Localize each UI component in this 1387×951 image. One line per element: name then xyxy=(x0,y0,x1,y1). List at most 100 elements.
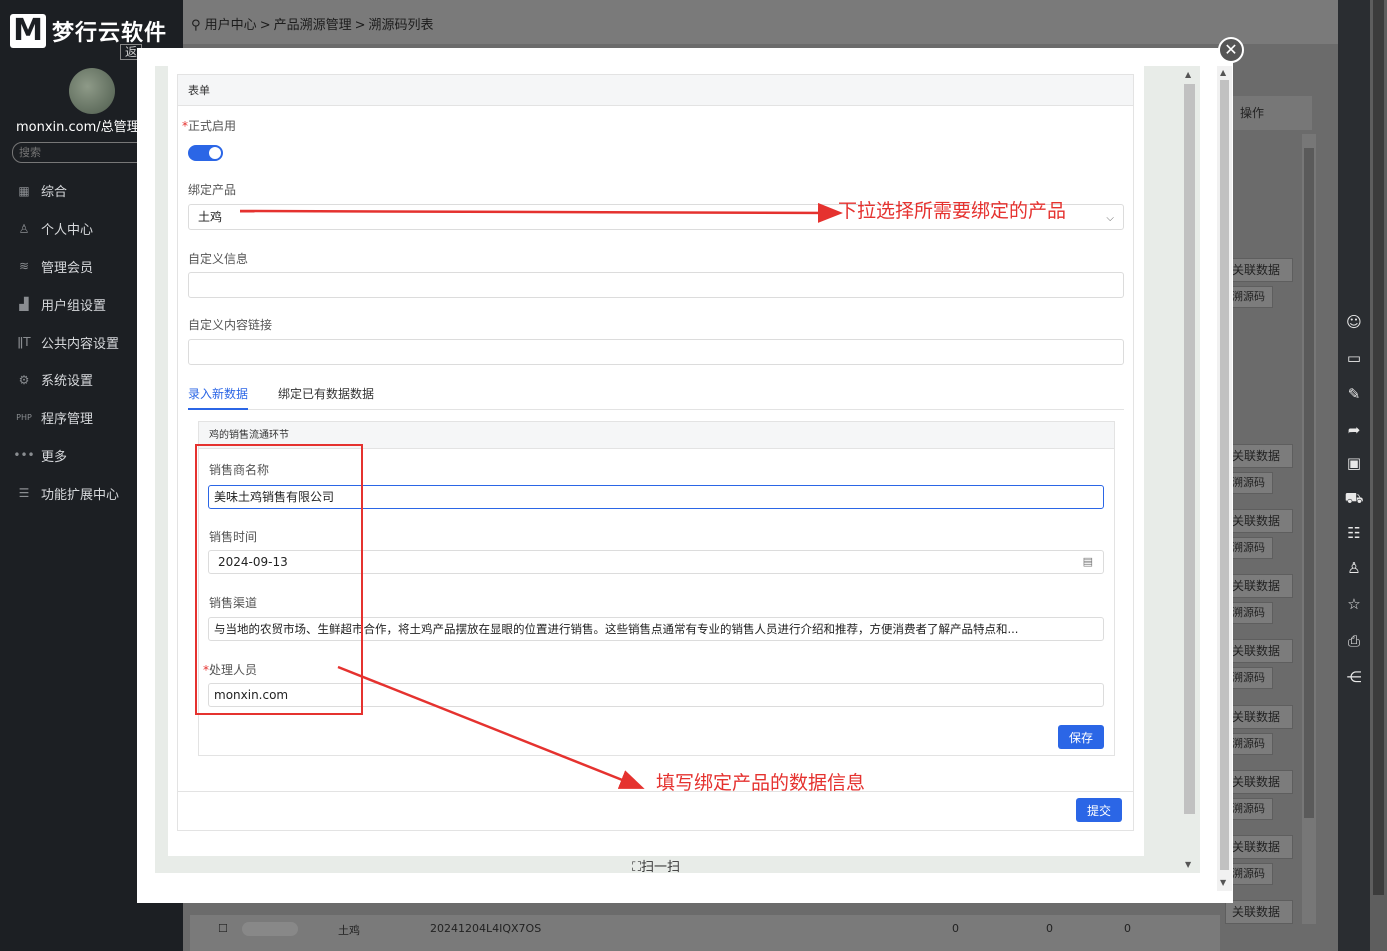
scan-icon: ⛶ xyxy=(631,860,642,875)
related-data-button[interactable]: 关联数据 xyxy=(1225,509,1293,533)
message-icon[interactable]: ▭ xyxy=(1338,346,1370,370)
wechat-icon[interactable]: ☺ xyxy=(1338,310,1370,334)
scrollbar-thumb[interactable] xyxy=(1373,0,1384,895)
star-icon[interactable]: ☆ xyxy=(1338,592,1370,616)
sidebar-item-label: 个人中心 xyxy=(41,223,94,239)
row-count: 0 xyxy=(1124,922,1131,935)
tab-bind-existing[interactable]: 绑定已有数据数据 xyxy=(278,385,374,410)
row-actions: 关联数据 溯源码 xyxy=(1225,444,1295,494)
scan-bar[interactable]: ⛶扫一扫 xyxy=(168,856,1144,875)
user-icon[interactable]: ♙ xyxy=(1338,556,1370,580)
row-actions: 关联数据 溯源码 xyxy=(1225,835,1295,885)
modal-scrollbar[interactable]: ▲ ▼ xyxy=(1217,66,1232,891)
related-data-button[interactable]: 关联数据 xyxy=(1225,900,1293,924)
related-data-button[interactable]: 关联数据 xyxy=(1225,258,1293,282)
active-toggle[interactable] xyxy=(188,145,223,161)
custom-link-label: 自定义内容链接 xyxy=(188,318,273,332)
user-icon: ♙ xyxy=(18,221,30,236)
submit-button[interactable]: 提交 xyxy=(1076,798,1122,822)
row-product: 土鸡 xyxy=(338,924,360,937)
related-data-button[interactable]: 关联数据 xyxy=(1225,639,1293,663)
status-badge xyxy=(242,922,298,936)
list-icon[interactable]: ☷ xyxy=(1338,521,1370,545)
active-label-text: 正式启用 xyxy=(188,119,237,133)
row-actions: 关联数据 溯源码 xyxy=(1225,258,1295,308)
breadcrumb: ⚲ 用户中心 > 产品溯源管理 > 溯源码列表 xyxy=(191,14,434,33)
form-footer: 提交 xyxy=(178,791,1133,831)
related-data-button[interactable]: 关联数据 xyxy=(1225,770,1293,794)
related-data-button[interactable]: 关联数据 xyxy=(1225,574,1293,598)
cart-icon[interactable]: ⛟ xyxy=(1338,486,1370,510)
row-checkbox[interactable]: ☐ xyxy=(218,922,228,935)
edit-icon[interactable]: ✎ xyxy=(1338,382,1370,406)
custom-info-input[interactable] xyxy=(188,272,1124,298)
custom-link-input[interactable] xyxy=(188,339,1124,365)
row-actions: 关联数据 溯源码 xyxy=(1225,509,1295,559)
logo-mark: M xyxy=(10,14,46,48)
sidebar-item-label: 功能扩展中心 xyxy=(41,487,120,503)
form-card-title: 表单 xyxy=(178,75,1133,106)
related-data-button[interactable]: 关联数据 xyxy=(1225,705,1293,729)
sidebar-username[interactable]: monxin.com/总管理 xyxy=(16,116,140,135)
row-actions: 关联数据 溯源码 xyxy=(1225,639,1295,689)
qrcode-icon[interactable]: ▣ xyxy=(1338,451,1370,475)
active-label: *正式启用 xyxy=(182,117,236,134)
table-scrollbar[interactable] xyxy=(1302,134,1316,924)
toggle-knob xyxy=(209,147,221,159)
scrollbar-thumb[interactable] xyxy=(1184,84,1195,814)
row-count: 0 xyxy=(952,922,959,935)
page-scrollbar[interactable] xyxy=(1370,0,1387,951)
scroll-down-icon[interactable]: ▼ xyxy=(1220,878,1226,887)
bind-product-value: 土鸡 xyxy=(198,210,223,224)
share-icon[interactable]: ⋲ xyxy=(1338,665,1370,689)
chevron-down-icon: ⌵ xyxy=(1106,213,1114,224)
scroll-up-icon[interactable]: ▲ xyxy=(1185,70,1191,79)
breadcrumb-item[interactable]: 用户中心 xyxy=(205,18,257,33)
bind-product-label: 绑定产品 xyxy=(188,183,237,197)
share-arrow-icon[interactable]: ➦ xyxy=(1338,418,1370,442)
sidebar-item-label: 更多 xyxy=(41,449,68,465)
location-pin-icon: ⚲ xyxy=(191,18,201,33)
column-header-actions: 操作 xyxy=(1232,96,1312,130)
close-button[interactable]: ✕ xyxy=(1218,37,1244,63)
breadcrumb-separator: > xyxy=(259,18,271,33)
calendar-icon[interactable]: ▤ xyxy=(1083,551,1093,573)
scroll-up-icon[interactable]: ▲ xyxy=(1220,68,1226,77)
scroll-down-icon[interactable]: ▼ xyxy=(1185,860,1191,869)
logo-text: 梦行云软件 xyxy=(52,21,168,46)
scan-label: 扫一扫 xyxy=(641,860,681,875)
gear-icon: ⚙ xyxy=(18,372,30,387)
data-tabs: 录入新数据 绑定已有数据数据 xyxy=(188,382,1124,410)
breadcrumb-item[interactable]: 产品溯源管理 xyxy=(274,18,352,33)
print-icon[interactable]: ⎙ xyxy=(1338,629,1370,653)
sidebar-item-label: 程序管理 xyxy=(41,412,94,428)
group-icon: ▟ xyxy=(19,297,29,312)
logo[interactable]: M 梦行云软件 xyxy=(10,14,167,48)
sidebar-item-label: 综合 xyxy=(41,185,68,201)
scrollbar-thumb[interactable] xyxy=(1220,80,1229,870)
annotation-fill-hint: 填写绑定产品的数据信息 xyxy=(656,772,866,794)
tab-new-data[interactable]: 录入新数据 xyxy=(188,385,249,410)
avatar[interactable] xyxy=(69,68,115,114)
modal-inner-scrollbar[interactable]: ▲ ▼ xyxy=(1182,68,1197,873)
row-actions: 关联数据 xyxy=(1225,900,1295,928)
row-count: 0 xyxy=(1046,922,1053,935)
sidebar-item-label: 管理会员 xyxy=(41,260,94,276)
save-button[interactable]: 保存 xyxy=(1058,725,1104,749)
menu-icon: ☰ xyxy=(18,486,30,501)
related-data-button[interactable]: 关联数据 xyxy=(1225,444,1293,468)
scrollbar-thumb[interactable] xyxy=(1304,148,1314,818)
breadcrumb-item[interactable]: 溯源码列表 xyxy=(369,18,434,33)
row-code: 20241204L4IQX7OS xyxy=(430,922,542,935)
layers-icon: ≋ xyxy=(18,259,30,274)
row-actions: 关联数据 溯源码 xyxy=(1225,705,1295,755)
related-data-button[interactable]: 关联数据 xyxy=(1225,835,1293,859)
sidebar-item-label: 系统设置 xyxy=(41,374,94,390)
more-icon: ••• xyxy=(13,448,35,463)
grid-icon: ▦ xyxy=(18,183,30,198)
sidebar-item-label: 用户组设置 xyxy=(41,298,107,314)
text-icon: ǁT xyxy=(17,335,31,350)
right-toolbar: ☺ ▭ ✎ ➦ ▣ ⛟ ☷ ♙ ☆ ⎙ ⋲ xyxy=(1338,0,1370,951)
annotation-dropdown-hint: 下拉选择所需要绑定的产品 xyxy=(838,200,1067,222)
php-icon: PHP xyxy=(16,413,32,423)
